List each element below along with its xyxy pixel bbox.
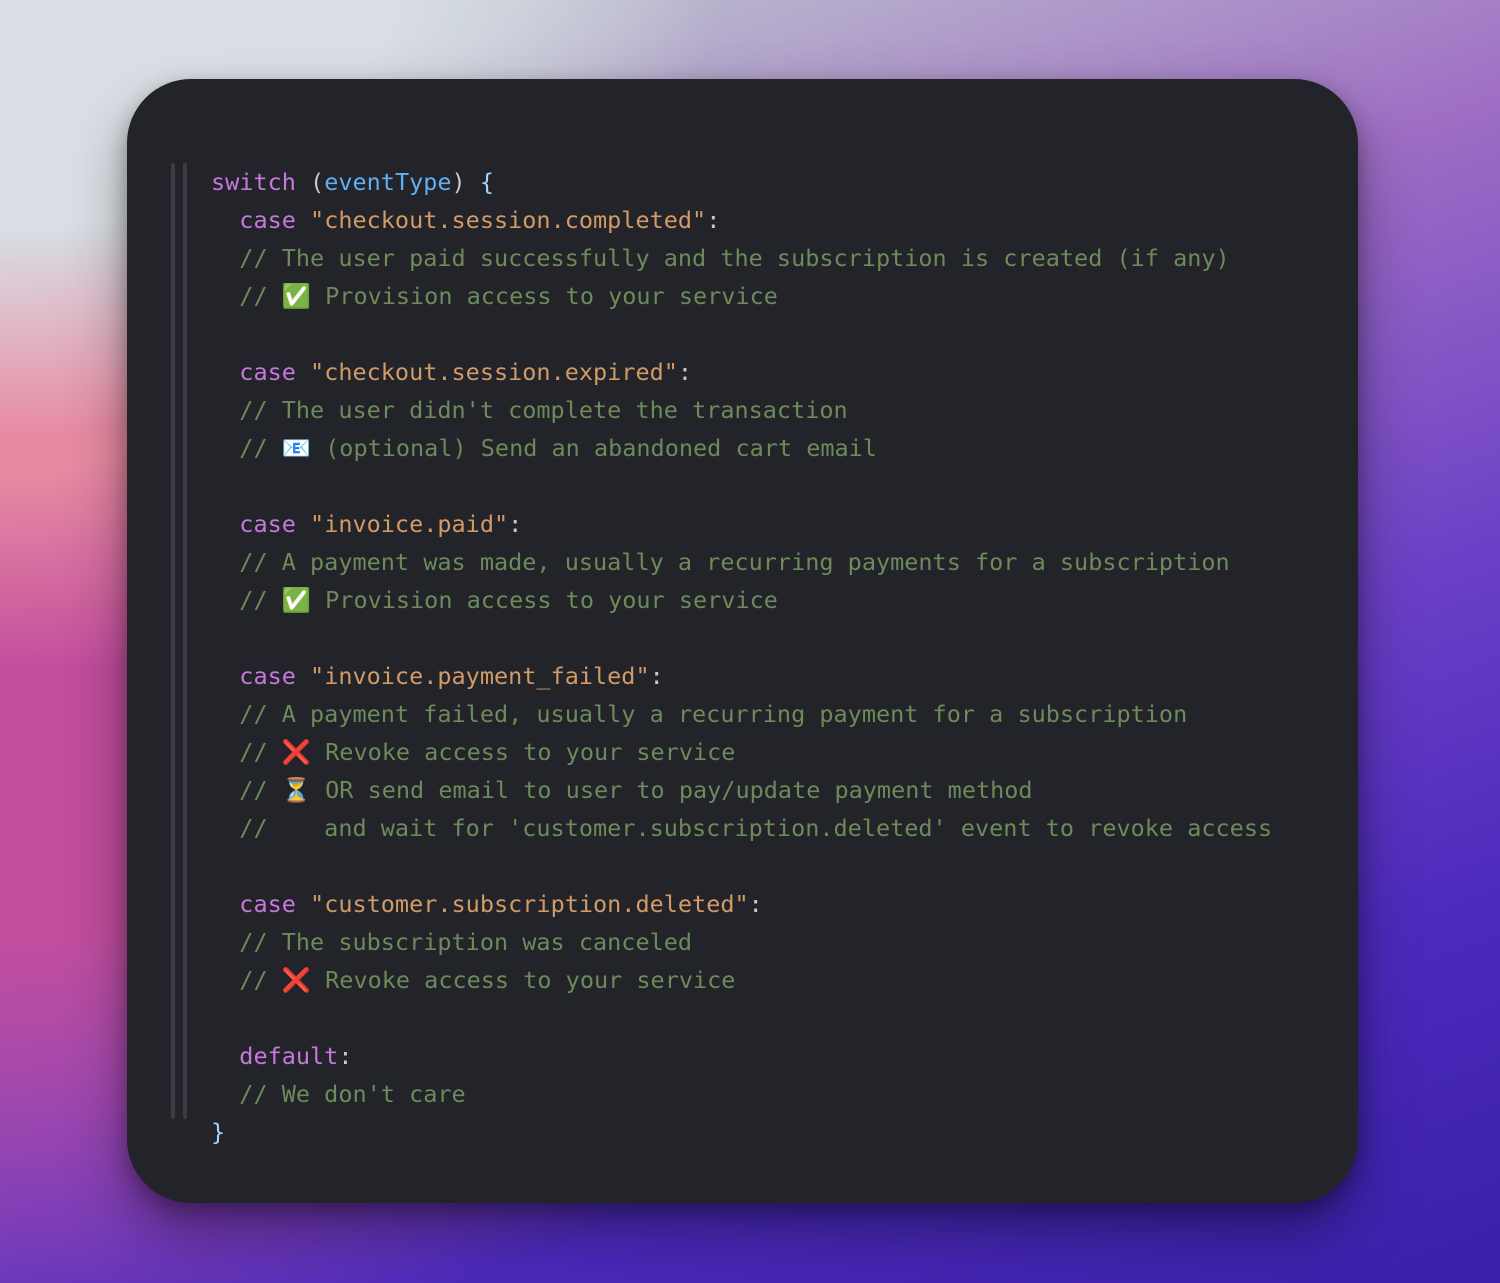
case-string: "checkout.session.expired" xyxy=(310,358,678,386)
open-paren: ( xyxy=(310,168,324,196)
keyword-case: case xyxy=(239,662,296,690)
comment-line: // and wait for 'customer.subscription.d… xyxy=(239,814,1272,842)
comment-line: // ✅ Provision access to your service xyxy=(239,586,778,614)
comment-line: // The user paid successfully and the su… xyxy=(239,244,1229,272)
variable-eventtype: eventType xyxy=(324,168,451,196)
colon: : xyxy=(650,662,664,690)
keyword-case: case xyxy=(239,890,296,918)
case-string: "invoice.paid" xyxy=(310,510,508,538)
comment-line: // A payment failed, usually a recurring… xyxy=(239,700,1187,728)
keyword-case: case xyxy=(239,510,296,538)
comment-line: // ⏳ OR send email to user to pay/update… xyxy=(239,776,1032,804)
colon: : xyxy=(749,890,763,918)
close-brace: } xyxy=(211,1118,225,1146)
comment-line: // A payment was made, usually a recurri… xyxy=(239,548,1229,576)
code-wrap: switch (eventType) { case "checkout.sess… xyxy=(171,163,1298,1119)
colon: : xyxy=(706,206,720,234)
case-string: "customer.subscription.deleted" xyxy=(310,890,749,918)
indent-guides xyxy=(171,163,187,1119)
indent-bar xyxy=(183,163,187,1119)
case-string: "invoice.payment_failed" xyxy=(310,662,650,690)
comment-line: // The user didn't complete the transact… xyxy=(239,396,847,424)
comment-line: // 📧 (optional) Send an abandoned cart e… xyxy=(239,434,877,462)
keyword-case: case xyxy=(239,206,296,234)
case-string: "checkout.session.completed" xyxy=(310,206,706,234)
comment-line: // ✅ Provision access to your service xyxy=(239,282,778,310)
keyword-default: default xyxy=(239,1042,338,1070)
close-paren: ) xyxy=(452,168,466,196)
keyword-case: case xyxy=(239,358,296,386)
code-block: switch (eventType) { case "checkout.sess… xyxy=(211,163,1272,1119)
colon: : xyxy=(508,510,522,538)
comment-line: // We don't care xyxy=(239,1080,465,1108)
colon: : xyxy=(678,358,692,386)
open-brace: { xyxy=(480,168,494,196)
comment-line: // The subscription was canceled xyxy=(239,928,692,956)
indent-bar xyxy=(171,163,175,1119)
comment-line: // ❌ Revoke access to your service xyxy=(239,966,735,994)
keyword-switch: switch xyxy=(211,168,296,196)
comment-line: // ❌ Revoke access to your service xyxy=(239,738,735,766)
colon: : xyxy=(338,1042,352,1070)
code-card: switch (eventType) { case "checkout.sess… xyxy=(127,79,1358,1203)
